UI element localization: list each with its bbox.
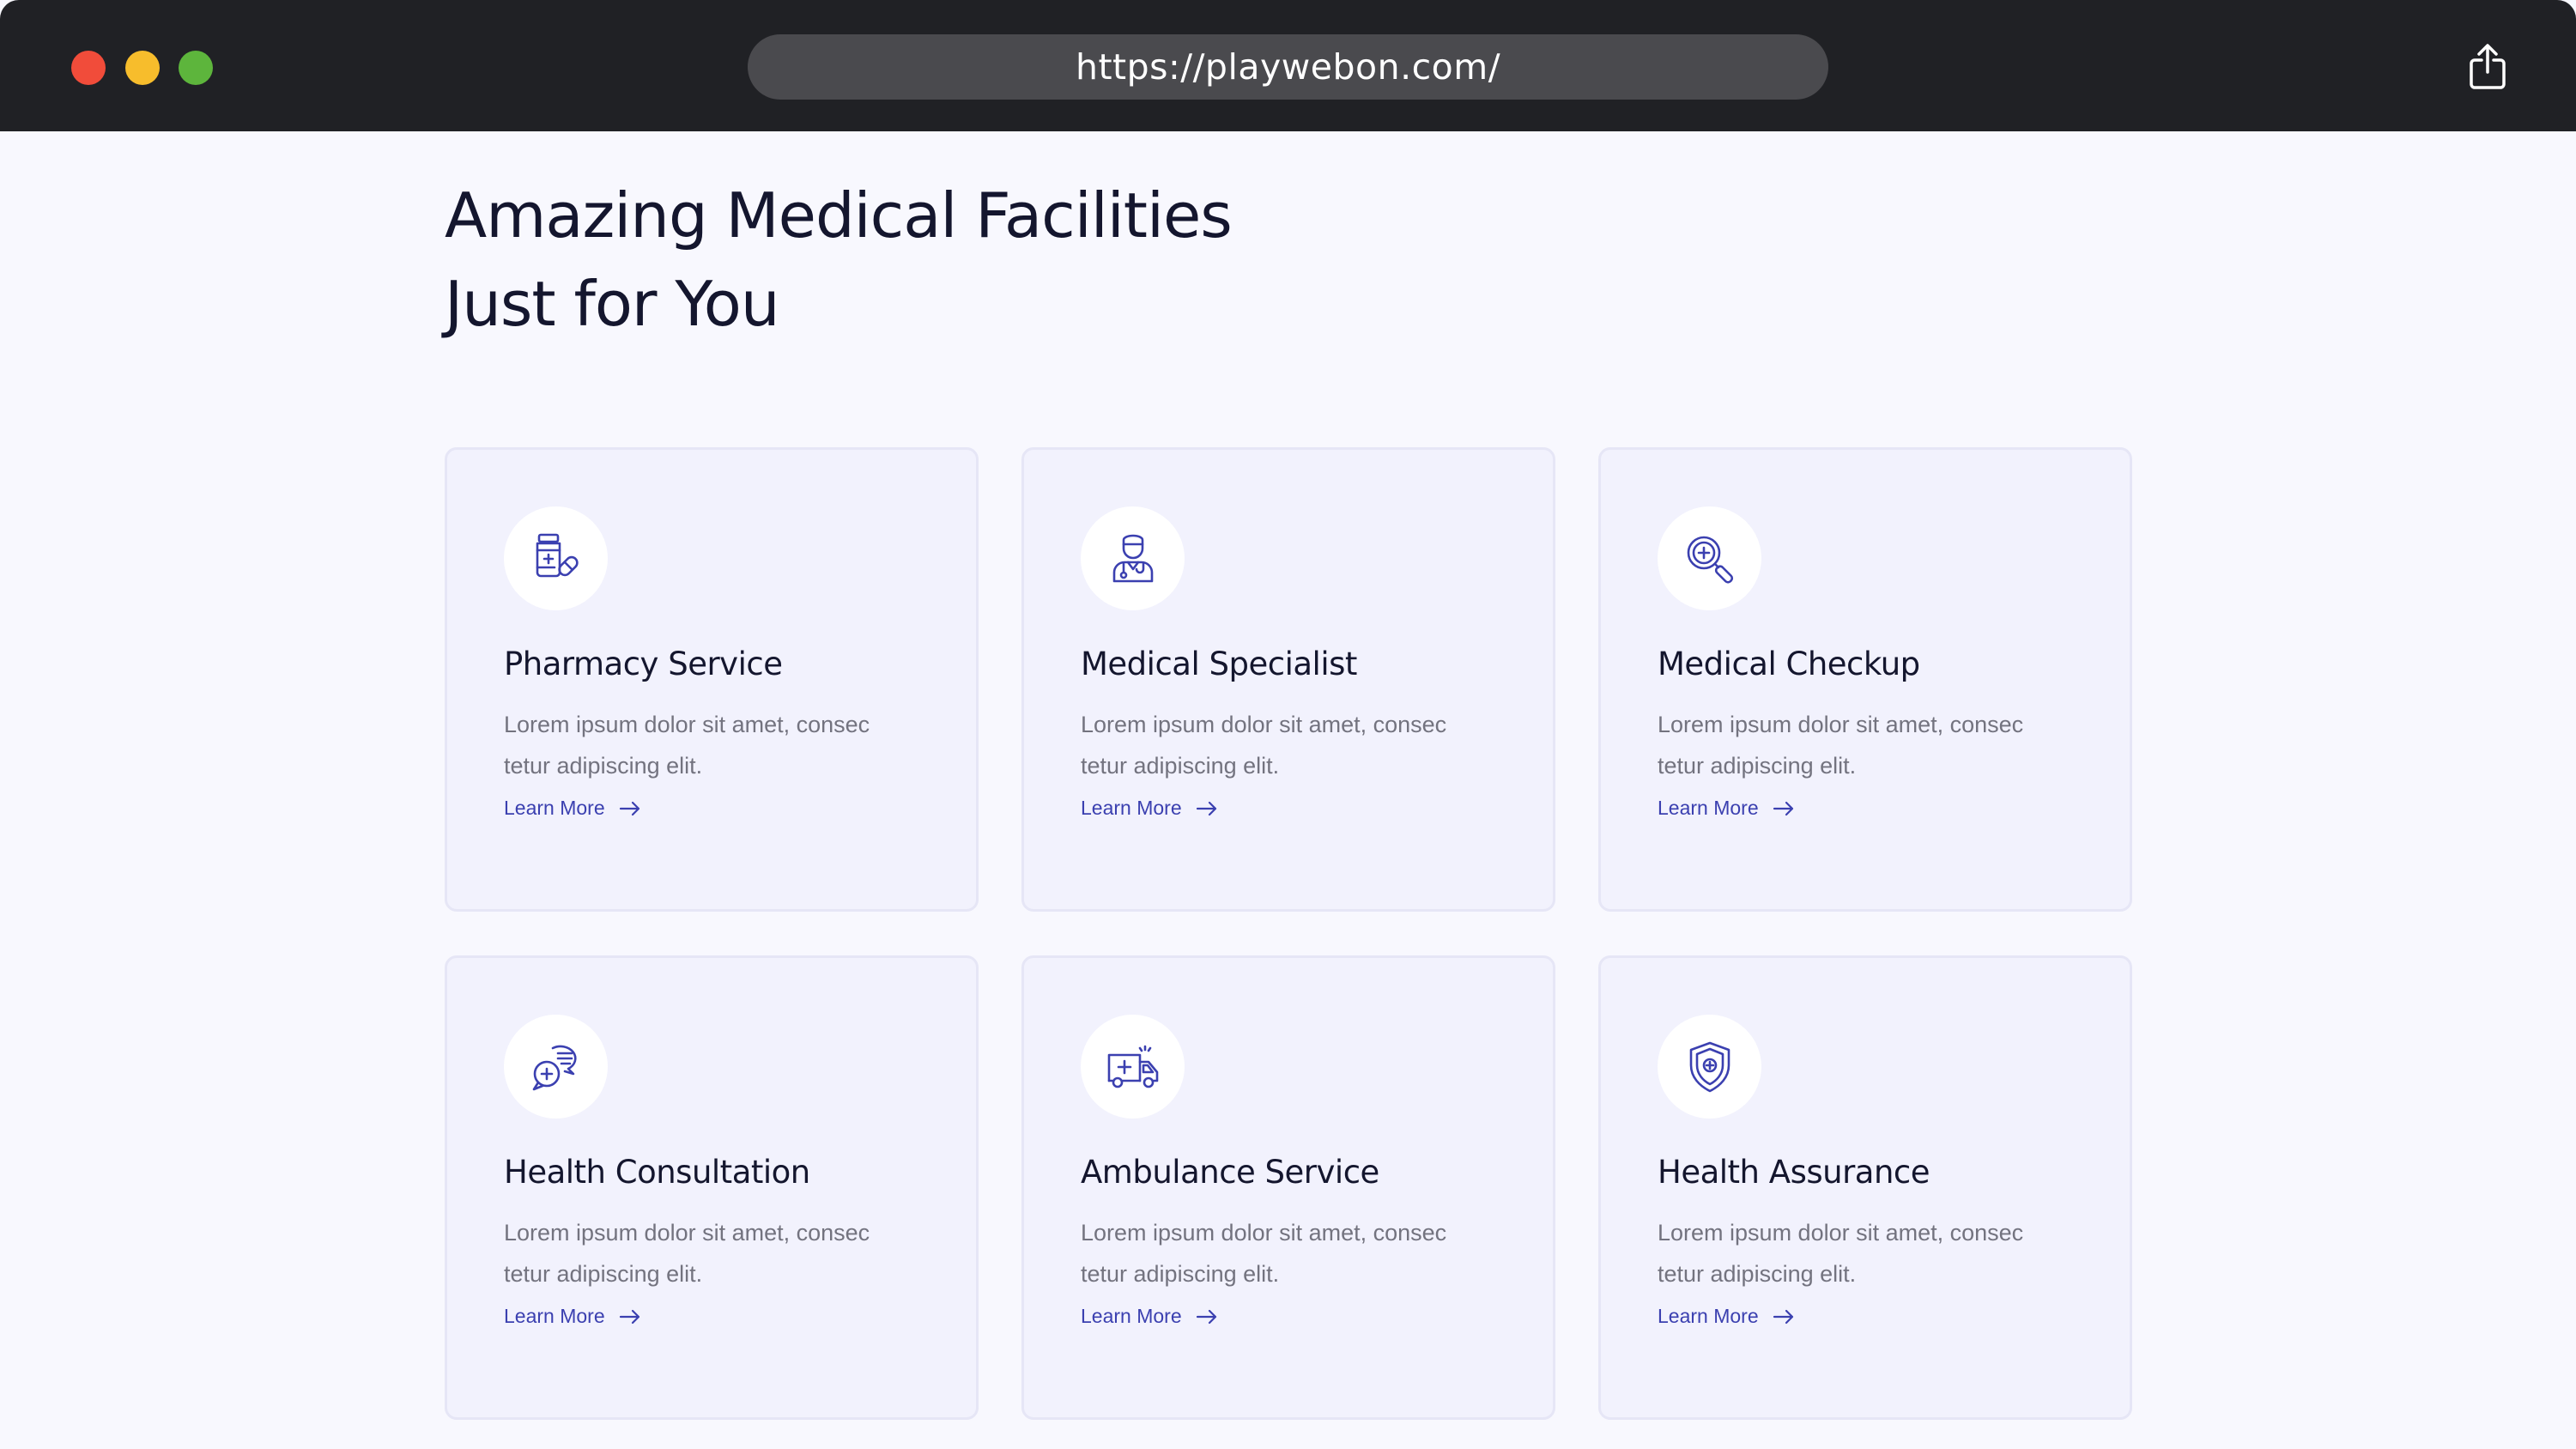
card-description-line-2: tetur adipiscing elit. [1081, 753, 1280, 779]
card-description-line-1: Lorem ipsum dolor sit amet, consec [504, 1220, 870, 1246]
card-icon-circle [1658, 1015, 1761, 1119]
service-card-assurance: Health Assurance Lorem ipsum dolor sit a… [1598, 955, 2132, 1420]
learn-more-label: Learn More [1081, 797, 1182, 819]
minimize-window-button[interactable] [125, 51, 160, 85]
card-icon-circle [504, 1015, 608, 1119]
service-card-pharmacy: Pharmacy Service Lorem ipsum dolor sit a… [445, 447, 979, 912]
learn-more-label: Learn More [1658, 1305, 1759, 1327]
arrow-right-icon [619, 801, 639, 815]
card-title: Medical Specialist [1081, 646, 1357, 682]
learn-more-link[interactable]: Learn More [1081, 797, 1218, 820]
learn-more-link[interactable]: Learn More [504, 797, 641, 820]
service-card-consultation: Health Consultation Lorem ipsum dolor si… [445, 955, 979, 1420]
learn-more-link[interactable]: Learn More [1081, 1305, 1218, 1328]
magnifier-plus-icon [1687, 536, 1733, 584]
address-bar[interactable]: https://playwebon.com/ [748, 34, 1828, 100]
pharmacy-icon [536, 533, 579, 577]
service-card-ambulance: Ambulance Service Lorem ipsum dolor sit … [1021, 955, 1555, 1420]
card-title: Pharmacy Service [504, 646, 783, 682]
arrow-right-icon [1196, 801, 1216, 815]
card-description: Lorem ipsum dolor sit amet, consec tetur… [1658, 704, 2087, 786]
shield-plus-icon [1689, 1041, 1730, 1092]
ambulance-icon [1107, 1045, 1158, 1088]
service-card-specialist: Medical Specialist Lorem ipsum dolor sit… [1021, 447, 1555, 912]
arrow-right-icon [619, 1309, 639, 1324]
card-description-line-1: Lorem ipsum dolor sit amet, consec [1658, 1220, 2024, 1246]
maximize-window-button[interactable] [179, 51, 213, 85]
card-description-line-1: Lorem ipsum dolor sit amet, consec [1081, 712, 1447, 737]
card-description: Lorem ipsum dolor sit amet, consec tetur… [1081, 704, 1510, 786]
close-window-button[interactable] [71, 51, 106, 85]
learn-more-label: Learn More [1081, 1305, 1182, 1327]
card-description-line-1: Lorem ipsum dolor sit amet, consec [504, 712, 870, 737]
learn-more-label: Learn More [504, 797, 605, 819]
card-icon-circle [1081, 1015, 1185, 1119]
card-title: Health Assurance [1658, 1154, 1930, 1191]
card-description-line-2: tetur adipiscing elit. [1658, 753, 1857, 779]
doctor-icon [1112, 534, 1153, 582]
card-title: Ambulance Service [1081, 1154, 1379, 1191]
chat-bubbles-icon [532, 1045, 577, 1090]
card-description-line-2: tetur adipiscing elit. [504, 753, 703, 779]
arrow-right-icon [1773, 1309, 1793, 1324]
card-description: Lorem ipsum dolor sit amet, consec tetur… [1658, 1212, 2087, 1294]
share-button[interactable] [2468, 43, 2507, 91]
card-description: Lorem ipsum dolor sit amet, consec tetur… [504, 1212, 933, 1294]
learn-more-link[interactable]: Learn More [504, 1305, 641, 1328]
share-icon [2470, 44, 2506, 89]
card-description-line-1: Lorem ipsum dolor sit amet, consec [1658, 712, 2024, 737]
card-icon-circle [1658, 506, 1761, 610]
card-title: Health Consultation [504, 1154, 810, 1191]
address-bar-url: https://playwebon.com/ [1075, 46, 1501, 88]
learn-more-link[interactable]: Learn More [1658, 797, 1795, 820]
section-title-line-1: Amazing Medical Facilities [445, 179, 1233, 252]
section-title: Amazing Medical Facilities Just for You [445, 172, 1233, 349]
section-title-line-2: Just for You [445, 268, 779, 340]
learn-more-label: Learn More [1658, 797, 1759, 819]
card-title: Medical Checkup [1658, 646, 1920, 682]
card-description-line-2: tetur adipiscing elit. [1658, 1261, 1857, 1287]
card-description-line-2: tetur adipiscing elit. [1081, 1261, 1280, 1287]
arrow-right-icon [1196, 1309, 1216, 1324]
learn-more-link[interactable]: Learn More [1658, 1305, 1795, 1328]
card-description-line-1: Lorem ipsum dolor sit amet, consec [1081, 1220, 1447, 1246]
card-description: Lorem ipsum dolor sit amet, consec tetur… [1081, 1212, 1510, 1294]
service-card-checkup: Medical Checkup Lorem ipsum dolor sit am… [1598, 447, 2132, 912]
card-icon-circle [504, 506, 608, 610]
card-description: Lorem ipsum dolor sit amet, consec tetur… [504, 704, 933, 786]
card-description-line-2: tetur adipiscing elit. [504, 1261, 703, 1287]
arrow-right-icon [1773, 801, 1793, 815]
card-icon-circle [1081, 506, 1185, 610]
learn-more-label: Learn More [504, 1305, 605, 1327]
browser-titlebar: https://playwebon.com/ [0, 0, 2576, 131]
